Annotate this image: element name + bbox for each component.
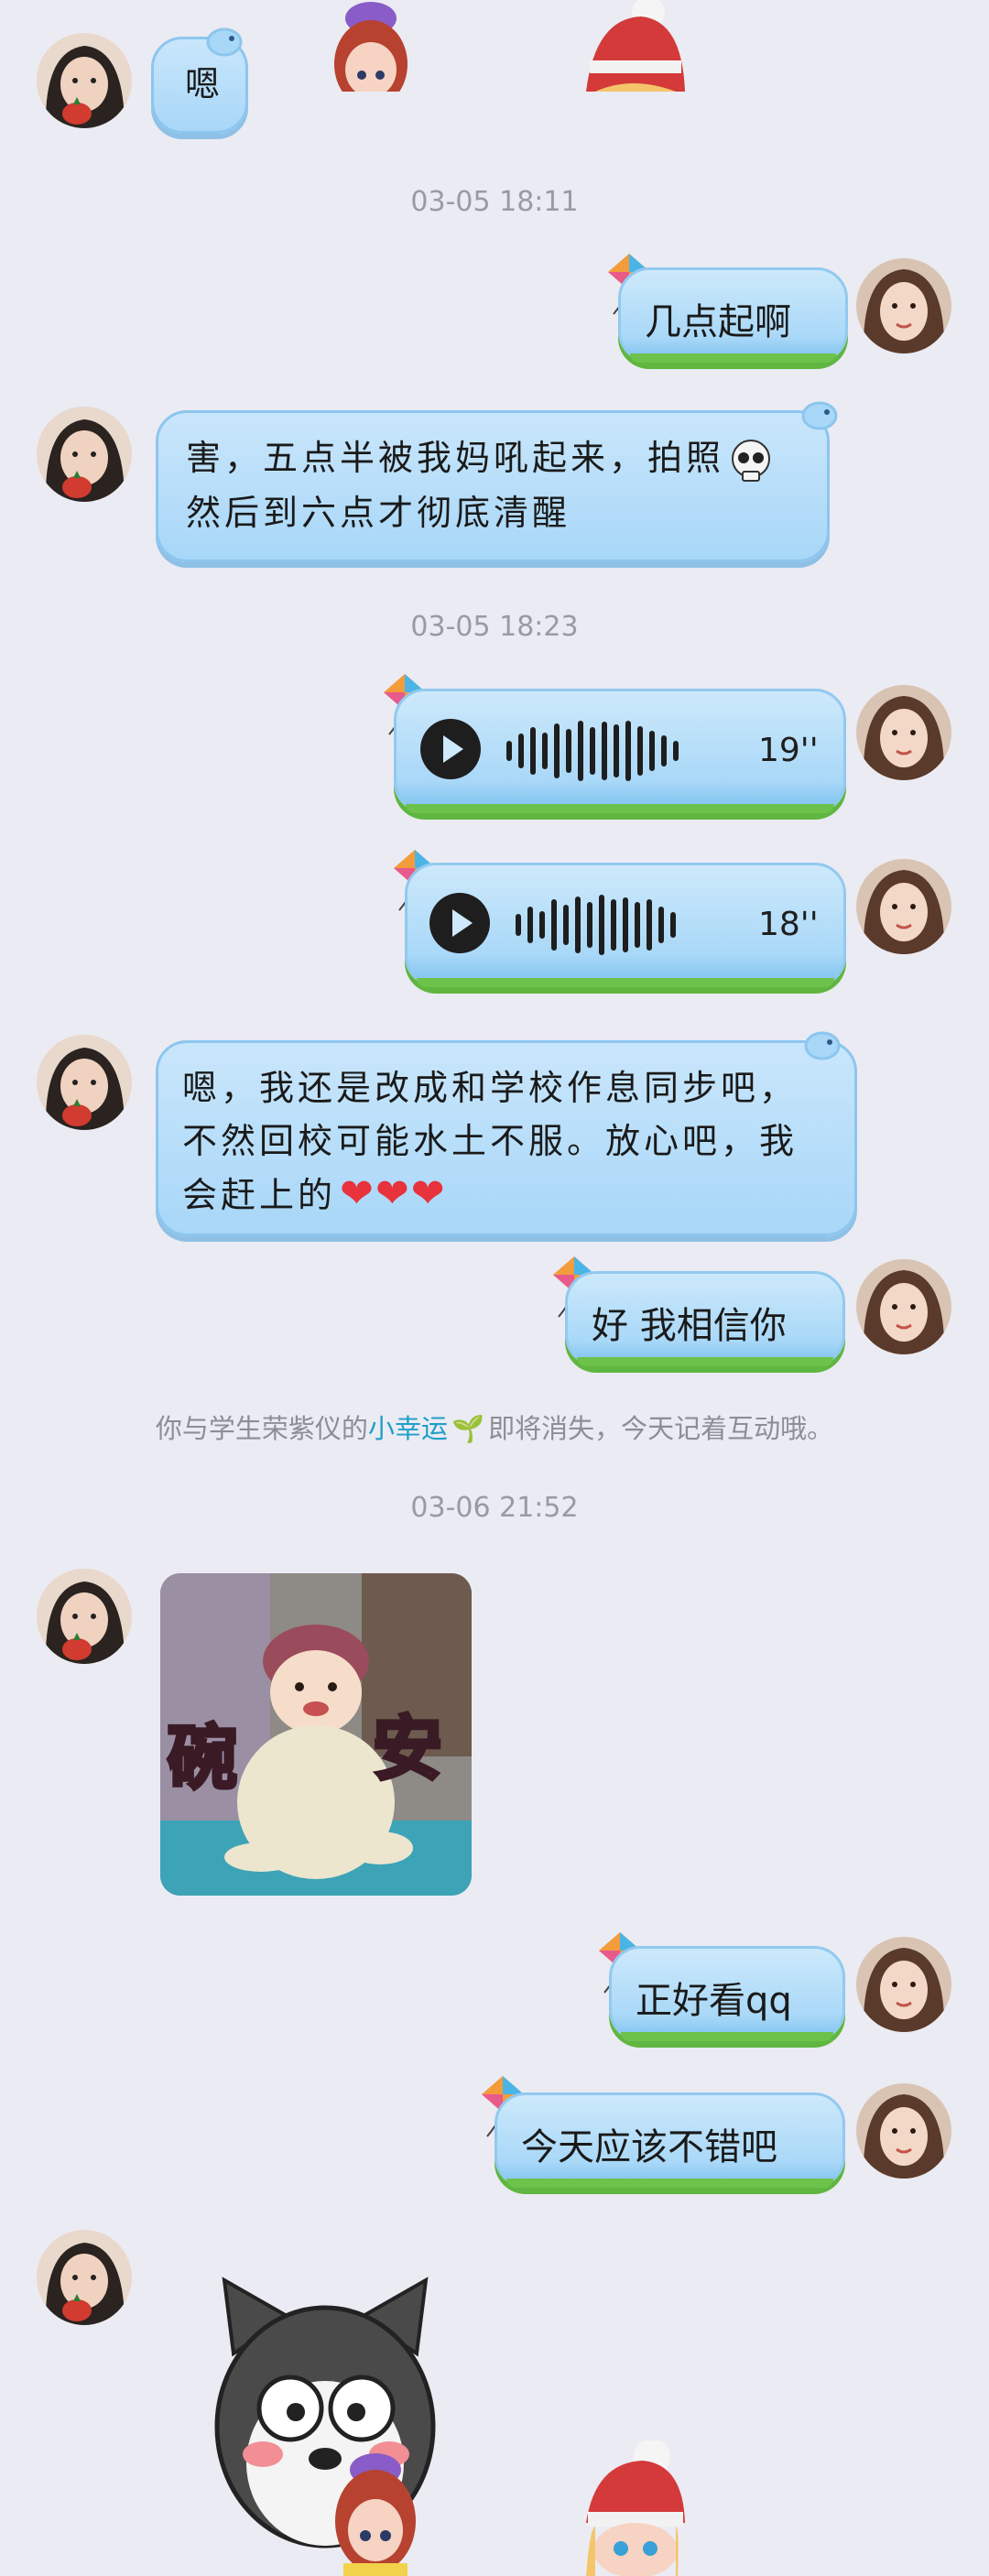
notice-text: 即将消失，今天记着互动哦。 — [488, 1413, 834, 1444]
voice-duration: 19'' — [758, 732, 819, 769]
my-avatar[interactable] — [856, 1937, 951, 2032]
timestamp: 03-05 18:23 — [410, 611, 579, 643]
play-voice-button[interactable] — [429, 893, 490, 953]
message-text: 嗯 — [185, 64, 224, 104]
message-text: 好 我相信你 — [592, 1305, 787, 1347]
heart-emoji-icon: ❤❤❤ — [340, 1170, 447, 1217]
my-avatar[interactable] — [856, 2083, 951, 2179]
voice-duration: 18'' — [758, 906, 819, 943]
grass-decoration — [506, 2179, 833, 2188]
message-text: 几点起啊 — [645, 301, 791, 343]
grass-decoration — [577, 1357, 833, 1366]
contact-avatar[interactable] — [37, 2230, 132, 2325]
sticker-caption-left: 碗 — [166, 1715, 239, 1800]
notice-text: 你与学生荣紫仪的 — [155, 1413, 368, 1444]
timestamp: 03-05 18:11 — [410, 186, 579, 218]
contact-avatar[interactable] — [37, 1035, 132, 1130]
message-text-line: 会赶上的 — [182, 1175, 337, 1215]
my-avatar[interactable] — [856, 258, 951, 353]
grass-decoration — [417, 978, 834, 987]
message-text-line: 害，五点半被我妈吼起来，拍照 — [186, 438, 725, 478]
santa-girl-sticker-top-right — [586, 0, 685, 92]
my-avatar[interactable] — [856, 1259, 951, 1354]
message-bubble-incoming[interactable]: 害，五点半被我妈吼起来，拍照 然后到六点才彻底清醒 — [156, 410, 830, 562]
message-text: 正好看qq — [636, 1980, 792, 2022]
grass-decoration — [621, 2032, 833, 2041]
interaction-reminder-notice: 你与学生荣紫仪的小幸运 🌱 即将消失，今天记着互动哦。 — [0, 1408, 989, 1446]
message-text-line: 然后到六点才彻底清醒 — [186, 493, 571, 533]
voice-message-bubble[interactable]: 18'' — [405, 863, 846, 987]
contact-avatar[interactable] — [37, 33, 132, 128]
voice-message-bubble[interactable]: 19'' — [394, 689, 846, 813]
doll-sticker-bottom-left — [335, 2453, 416, 2576]
bubble-cloud-decoration — [206, 27, 243, 57]
image-sticker-message[interactable]: 碗 安 — [160, 1573, 472, 1896]
grass-decoration — [630, 353, 836, 363]
message-bubble-outgoing[interactable]: 几点起啊 — [618, 267, 848, 363]
bubble-cloud-decoration — [801, 401, 838, 430]
message-bubble-outgoing[interactable]: 好 我相信你 — [565, 1271, 845, 1366]
voice-waveform — [516, 891, 682, 955]
sprout-icon: 🌱 — [451, 1413, 485, 1444]
my-avatar[interactable] — [856, 859, 951, 954]
play-voice-button[interactable] — [420, 719, 481, 779]
message-bubble-outgoing[interactable]: 今天应该不错吧 — [494, 2092, 845, 2188]
contact-avatar[interactable] — [37, 1569, 132, 1664]
sticker-caption-right: 安 — [371, 1706, 444, 1791]
timestamp: 03-06 21:52 — [410, 1492, 579, 1524]
bubble-cloud-decoration — [804, 1031, 841, 1060]
message-bubble-outgoing[interactable]: 正好看qq — [609, 1946, 845, 2041]
message-bubble-incoming[interactable]: 嗯，我还是改成和学校作息同步吧， 不然回校可能水土不服。放心吧，我 会赶上的❤❤… — [156, 1040, 857, 1236]
my-avatar[interactable] — [856, 685, 951, 780]
message-text: 今天应该不错吧 — [521, 2126, 777, 2168]
message-text-line: 嗯，我还是改成和学校作息同步吧， — [182, 1068, 799, 1108]
skull-emoji-icon — [732, 439, 771, 482]
lucky-streak-link[interactable]: 小幸运 — [368, 1413, 448, 1444]
santa-girl-sticker-bottom-right — [586, 2440, 685, 2576]
contact-avatar[interactable] — [37, 407, 132, 502]
message-text-line: 不然回校可能水土不服。放心吧，我 — [182, 1121, 799, 1161]
grass-decoration — [406, 804, 834, 813]
voice-waveform — [506, 717, 685, 781]
chat-scroll-area[interactable]: 嗯 03-05 18:11 几点起啊 害，五点半被我妈吼起来，拍照 然后到六点才… — [0, 0, 989, 2576]
doll-sticker-top-left — [334, 2, 408, 92]
